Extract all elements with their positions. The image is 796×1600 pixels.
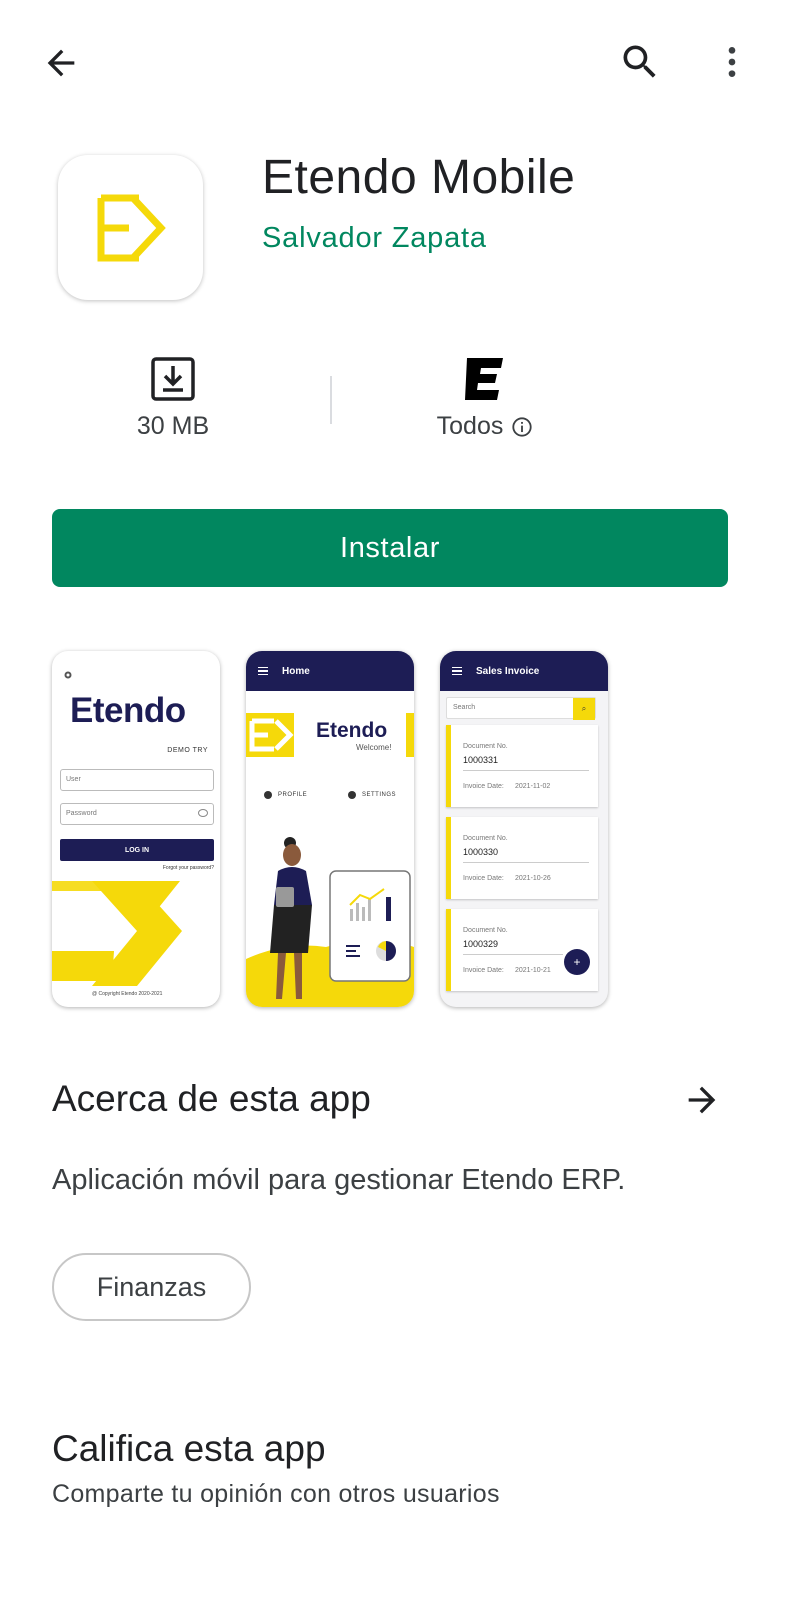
user-placeholder: User bbox=[66, 776, 81, 783]
add-fab: + bbox=[564, 949, 590, 975]
login-button: LOG IN bbox=[60, 839, 214, 861]
screenshot-home[interactable]: Home Etendo Welcome! PROFILE SETTINGS bbox=[246, 651, 414, 1007]
rate-subtitle: Comparte tu opinión con otros usuarios bbox=[52, 1480, 500, 1508]
arrow-left-icon bbox=[47, 49, 75, 77]
etendo-ex-graphic bbox=[52, 881, 182, 986]
size-label: 30 MB bbox=[136, 412, 210, 440]
invoice-card-1: Document No. 1000331 Invoice Date: 2021-… bbox=[446, 725, 598, 807]
screenshot-login[interactable]: Etendo DEMO TRY User Password LOG IN For… bbox=[52, 651, 220, 1007]
eye-icon bbox=[198, 809, 208, 817]
about-title[interactable]: Acerca de esta app bbox=[52, 1078, 371, 1120]
settings-icon bbox=[348, 791, 356, 799]
about-arrow-button[interactable] bbox=[680, 1078, 724, 1122]
app-icon bbox=[58, 155, 203, 300]
copyright-text: @ Copyright Etendo 2020-2021 bbox=[92, 991, 163, 997]
install-button[interactable]: Instalar bbox=[52, 509, 728, 587]
download-size-stat: 30 MB bbox=[108, 354, 238, 441]
esrb-everyone-icon bbox=[465, 358, 503, 400]
arrow-right-icon bbox=[688, 1086, 716, 1114]
welcome-text: Welcome! bbox=[356, 743, 392, 752]
menu-icon bbox=[258, 667, 268, 675]
woman-illustration bbox=[246, 837, 414, 1007]
forgot-password-link: Forgot your password? bbox=[162, 865, 214, 871]
login-brand: Etendo bbox=[70, 691, 186, 730]
stat-divider bbox=[330, 376, 332, 424]
invoice-card-2: Document No. 1000330 Invoice Date: 2021-… bbox=[446, 817, 598, 899]
invoice-title: Sales Invoice bbox=[476, 665, 540, 677]
info-icon[interactable] bbox=[511, 416, 533, 438]
search-icon bbox=[623, 45, 656, 78]
settings-link: SETTINGS bbox=[348, 791, 396, 799]
etendo-logo-icon bbox=[97, 194, 166, 261]
home-title: Home bbox=[282, 665, 310, 677]
more-vert-icon bbox=[728, 47, 736, 77]
gear-icon bbox=[64, 671, 72, 679]
home-brand: Etendo bbox=[316, 719, 388, 742]
rate-title: Califica esta app bbox=[52, 1428, 326, 1469]
invoice-search: Search ⌕ bbox=[446, 697, 596, 720]
search-button[interactable] bbox=[614, 36, 666, 88]
about-description: Aplicación móvil para gestionar Etendo E… bbox=[52, 1164, 626, 1196]
category-chip[interactable]: Finanzas bbox=[52, 1253, 251, 1321]
download-icon bbox=[151, 357, 195, 401]
user-field: User bbox=[60, 769, 214, 791]
back-button[interactable] bbox=[36, 38, 86, 88]
home-banner: Etendo Welcome! bbox=[246, 713, 414, 757]
content-rating-stat[interactable]: Todos bbox=[400, 354, 570, 441]
demo-try-label: DEMO TRY bbox=[167, 747, 208, 754]
more-options-button[interactable] bbox=[712, 36, 752, 88]
developer-link[interactable]: Salvador Zapata bbox=[262, 222, 487, 255]
invoice-header: Sales Invoice bbox=[440, 651, 608, 691]
password-field: Password bbox=[60, 803, 214, 825]
password-placeholder: Password bbox=[66, 810, 97, 817]
top-bar bbox=[0, 0, 796, 120]
menu-icon bbox=[452, 667, 462, 675]
home-header: Home bbox=[246, 651, 414, 691]
profile-icon bbox=[264, 791, 272, 799]
app-title: Etendo Mobile bbox=[262, 151, 576, 204]
rating-label: Todos bbox=[436, 412, 504, 440]
screenshot-sales-invoice[interactable]: Sales Invoice Search ⌕ Document No. 1000… bbox=[440, 651, 608, 1007]
search-icon: ⌕ bbox=[573, 698, 595, 720]
search-placeholder: Search bbox=[453, 704, 476, 711]
profile-link: PROFILE bbox=[264, 791, 307, 799]
